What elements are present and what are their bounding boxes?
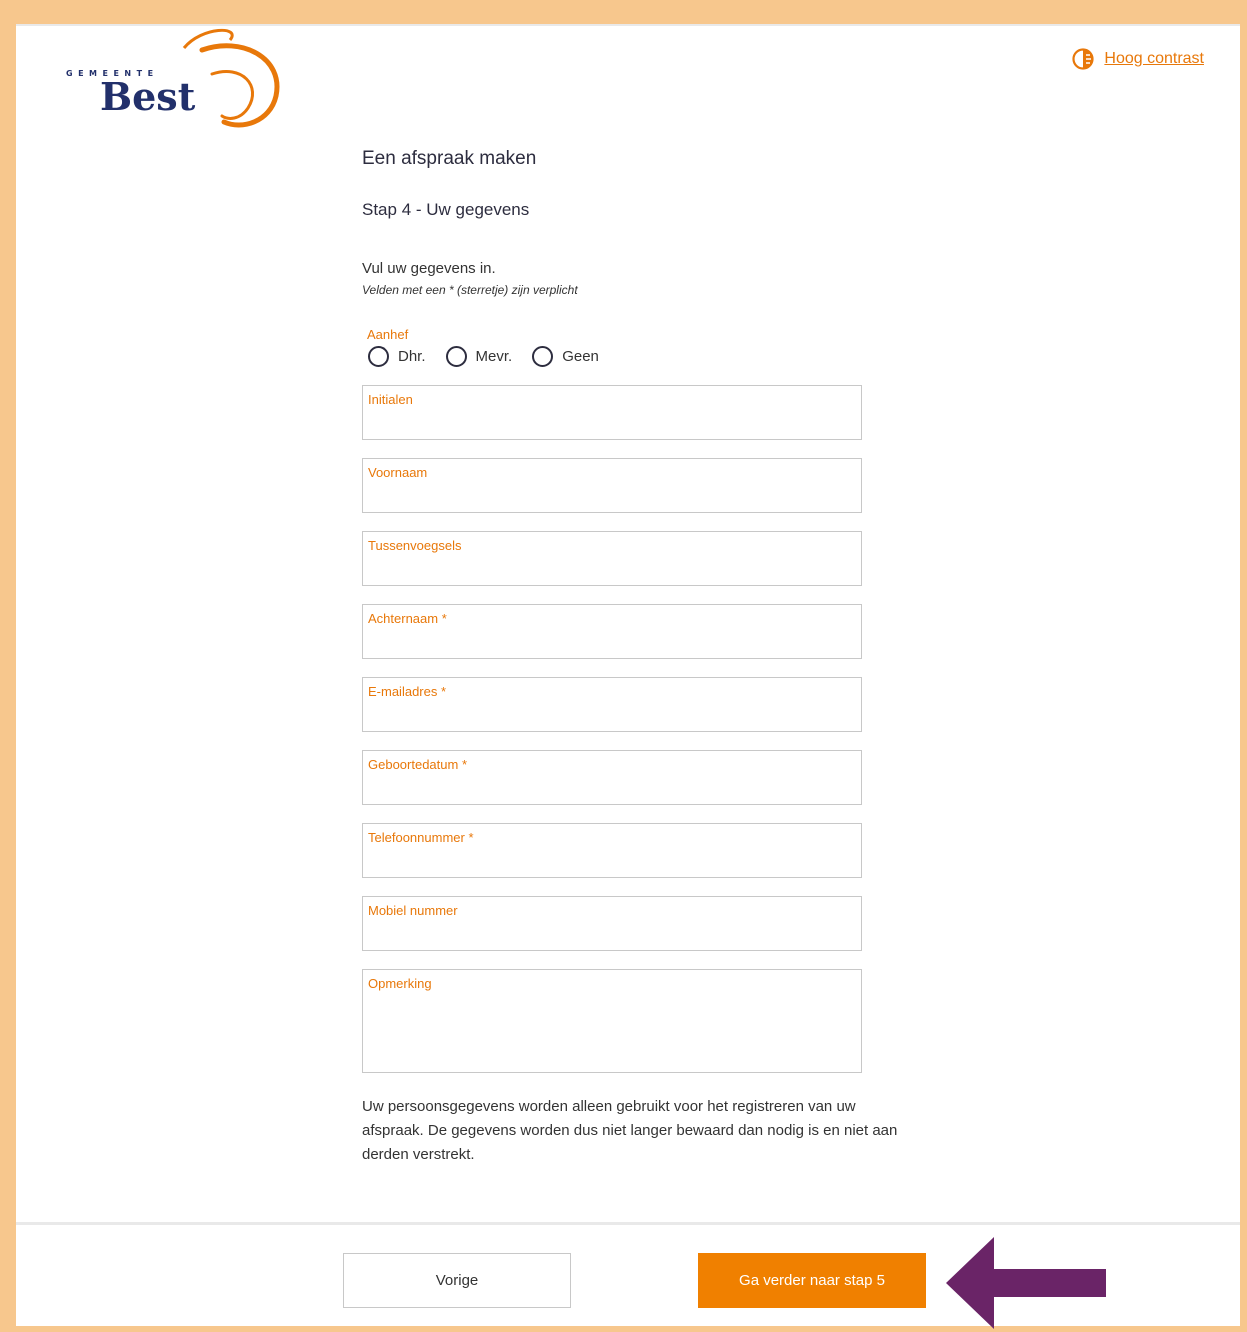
gemeente-best-logo: GEMEENTE Best (66, 28, 280, 128)
page-frame: GEMEENTE Best Hoog contrast Een afspraak… (16, 24, 1240, 1329)
achternaam-label: Achternaam * (368, 611, 447, 626)
radio-button-geen[interactable] (532, 346, 554, 367)
email-input[interactable] (368, 701, 856, 727)
aanhef-option-mevr[interactable]: Mevr. (445, 346, 513, 367)
next-step-button[interactable]: Ga verder naar stap 5 (698, 1253, 926, 1308)
high-contrast-link[interactable]: Hoog contrast (1104, 50, 1204, 68)
step-title: Stap 4 - Uw gegevens (362, 200, 530, 219)
initialen-input[interactable] (368, 409, 856, 435)
telefoon-input[interactable] (368, 847, 856, 873)
logo-name: Best (100, 74, 196, 119)
aanhef-option-label: Dhr. (398, 348, 426, 365)
mobiel-input[interactable] (368, 920, 856, 946)
aanhef-label: Aanhef (367, 327, 409, 342)
high-contrast-toggle[interactable]: Hoog contrast (1072, 48, 1204, 70)
initialen-label: Initialen (368, 392, 413, 407)
aanhef-option-dhr[interactable]: Dhr. (368, 346, 426, 367)
required-note: Velden met een * (sterretje) zijn verpli… (362, 283, 578, 297)
aanhef-option-label: Geen (562, 348, 599, 365)
geboortedatum-field[interactable]: Geboortedatum * (362, 750, 862, 805)
privacy-notice: Uw persoonsgegevens worden alleen gebrui… (362, 1098, 898, 1163)
email-field[interactable]: E-mailadres * (362, 677, 862, 732)
initialen-field[interactable]: Initialen (362, 385, 862, 440)
tussenvoegsels-label: Tussenvoegsels (368, 538, 462, 553)
mobiel-field[interactable]: Mobiel nummer (362, 896, 862, 951)
opmerking-field[interactable]: Opmerking (362, 969, 862, 1073)
contrast-icon (1072, 48, 1094, 70)
geboortedatum-input[interactable] (368, 774, 856, 800)
radio-button-mevr[interactable] (445, 346, 467, 367)
page-title: Een afspraak maken (362, 148, 537, 169)
tussenvoegsels-field[interactable]: Tussenvoegsels (362, 531, 862, 586)
achternaam-field[interactable]: Achternaam * (362, 604, 862, 659)
radio-button-dhr[interactable] (368, 346, 389, 367)
intro-text: Vul uw gegevens in. (362, 260, 496, 277)
achternaam-input[interactable] (368, 628, 856, 654)
aanhef-option-geen[interactable]: Geen (532, 346, 599, 367)
aanhef-radio-group: Dhr. Mevr. Geen (368, 346, 922, 367)
left-arrow-icon (946, 1237, 1106, 1329)
email-label: E-mailadres * (368, 684, 447, 699)
form-footer: Vorige Ga verder naar stap 5 (16, 1222, 1240, 1329)
previous-button[interactable]: Vorige (343, 1253, 571, 1308)
opmerking-textarea[interactable] (368, 998, 856, 1068)
voornaam-field[interactable]: Voornaam (362, 458, 862, 513)
telefoon-label: Telefoonnummer * (368, 830, 474, 845)
tussenvoegsels-input[interactable] (368, 555, 856, 581)
telefoon-field[interactable]: Telefoonnummer * (362, 823, 862, 878)
mobiel-label: Mobiel nummer (368, 903, 458, 918)
geboortedatum-label: Geboortedatum * (368, 757, 468, 772)
opmerking-label: Opmerking (368, 976, 432, 991)
aanhef-option-label: Mevr. (475, 348, 513, 365)
appointment-form: Een afspraak maken Stap 4 - Uw gegevens … (362, 144, 922, 1167)
voornaam-label: Voornaam (368, 465, 428, 480)
voornaam-input[interactable] (368, 482, 856, 508)
